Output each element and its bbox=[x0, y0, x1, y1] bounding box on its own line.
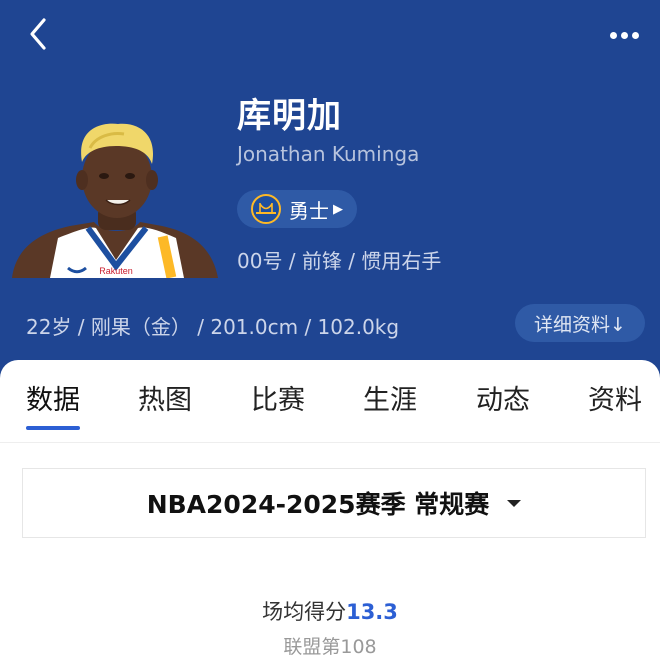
team-logo-icon bbox=[251, 194, 281, 224]
player-name-cn: 库明加 bbox=[237, 96, 342, 136]
tab-news[interactable]: 动态 bbox=[476, 378, 530, 417]
player-bio: 22岁 / 刚果（金） / 201.0cm / 102.0kg bbox=[26, 315, 400, 339]
detail-info-button[interactable]: 详细资料↓ bbox=[515, 304, 645, 342]
tab-bar: 数据 热图 比赛 生涯 动态 资料 bbox=[0, 360, 660, 443]
season-label: NBA2024-2025赛季 常规赛 bbox=[146, 490, 490, 519]
player-meta: 00号 / 前锋 / 惯用右手 bbox=[237, 249, 442, 273]
more-dots-icon bbox=[610, 32, 617, 39]
stat-value: 13.3 bbox=[346, 600, 398, 624]
chevron-left-icon bbox=[30, 18, 46, 50]
player-header: Rakuten 库明加 Jonathan Kuminga 勇士 ▶ 00号 / … bbox=[0, 0, 660, 380]
season-selector[interactable]: NBA2024-2025赛季 常规赛 bbox=[22, 468, 646, 538]
points-per-game: 场均得分13.3 bbox=[0, 596, 660, 626]
team-arrow-icon: ▶ bbox=[333, 201, 343, 217]
league-rank: 联盟第108 bbox=[283, 636, 377, 658]
tab-career[interactable]: 生涯 bbox=[363, 378, 417, 417]
svg-text:Rakuten: Rakuten bbox=[99, 266, 133, 276]
active-tab-indicator bbox=[26, 426, 80, 430]
player-name-en: Jonathan Kuminga bbox=[237, 142, 420, 166]
tab-stats[interactable]: 数据 bbox=[26, 378, 80, 417]
player-avatar: Rakuten bbox=[12, 123, 218, 278]
stat-label: 场均得分 bbox=[262, 600, 347, 624]
tab-heatmap[interactable]: 热图 bbox=[138, 378, 192, 417]
tab-games[interactable]: 比赛 bbox=[251, 378, 305, 417]
back-button[interactable] bbox=[24, 14, 56, 54]
content-panel: 数据 热图 比赛 生涯 动态 资料 NBA2024-2025赛季 常规赛 场均得… bbox=[0, 360, 660, 669]
more-button[interactable] bbox=[610, 24, 650, 40]
team-name: 勇士 bbox=[289, 198, 329, 223]
team-link[interactable]: 勇士 ▶ bbox=[237, 190, 357, 228]
tab-profile[interactable]: 资料 bbox=[588, 378, 642, 417]
caret-down-icon bbox=[507, 499, 522, 507]
